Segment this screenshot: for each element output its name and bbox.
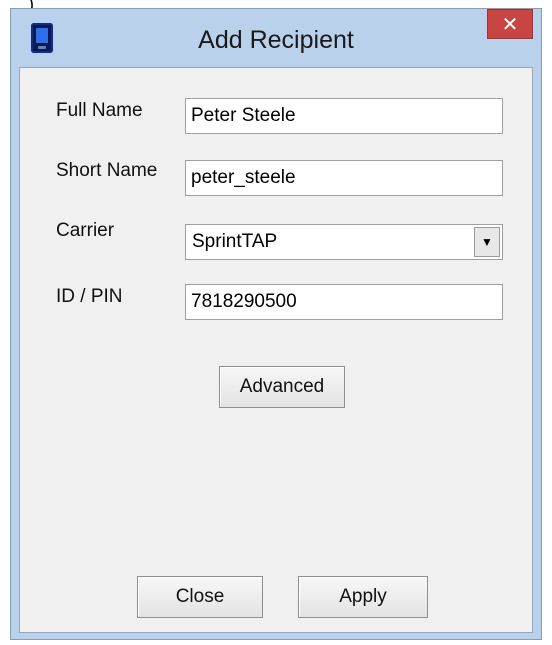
carrier-label: Carrier — [56, 220, 115, 241]
close-button[interactable]: Close — [137, 576, 263, 618]
apply-button[interactable]: Apply — [298, 576, 428, 618]
window-close-button[interactable]: ✕ — [487, 9, 533, 39]
chevron-down-icon[interactable]: ▼ — [474, 227, 500, 257]
id-pin-field[interactable]: 7818290500 — [185, 284, 503, 320]
dialog-body: Full Name Peter Steele Short Name peter_… — [19, 67, 533, 633]
advanced-button[interactable]: Advanced — [219, 366, 345, 408]
dialog-title: Add Recipient — [198, 26, 354, 54]
short-name-label: Short Name — [56, 160, 158, 181]
carrier-selected-value: SprintTAP — [192, 231, 278, 252]
close-icon: ✕ — [501, 14, 519, 36]
full-name-field[interactable]: Peter Steele — [185, 98, 503, 134]
id-pin-label: ID / PIN — [56, 286, 123, 307]
full-name-label: Full Name — [56, 100, 143, 121]
add-recipient-dialog: Add Recipient ✕ Full Name Peter Steele S… — [10, 8, 542, 640]
title-bar: Add Recipient ✕ — [11, 9, 541, 65]
carrier-select[interactable]: SprintTAP ▼ — [185, 224, 503, 260]
short-name-field[interactable]: peter_steele — [185, 160, 503, 196]
